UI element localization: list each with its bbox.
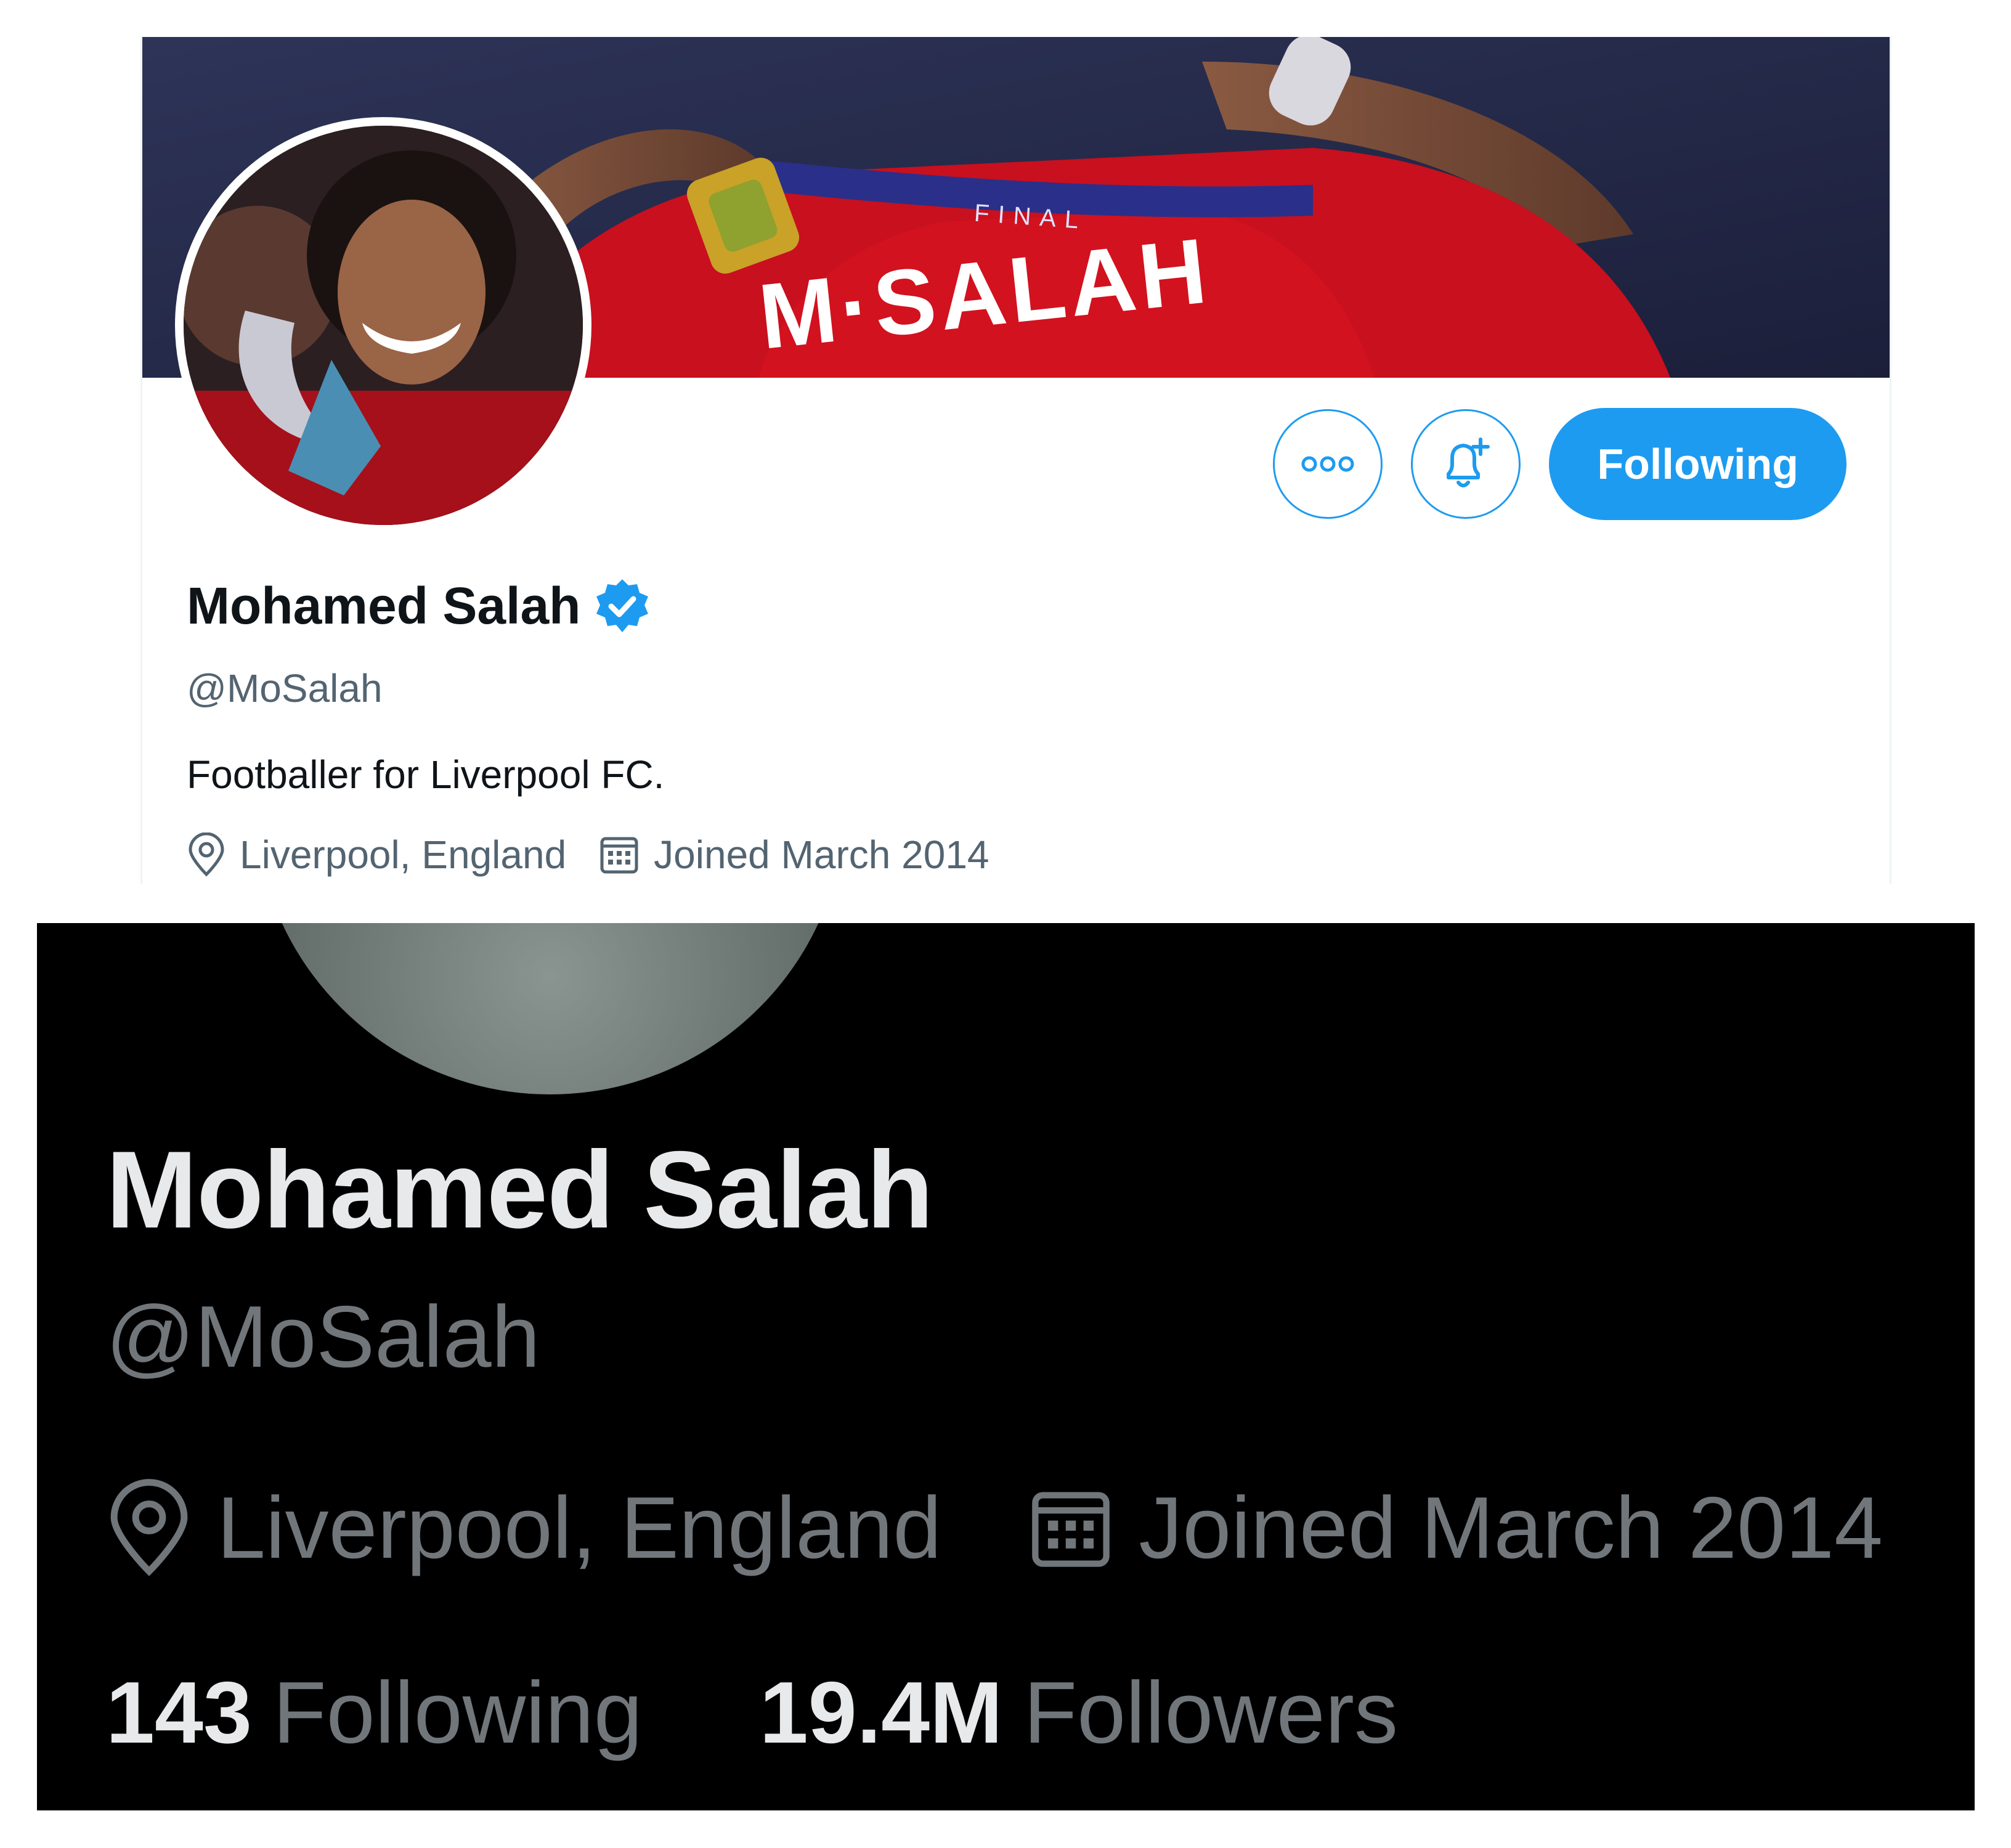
calendar-icon: [1032, 1492, 1110, 1567]
profile-name: Mohamed Salah: [187, 577, 581, 635]
light-profile-card: M·SALAH FINAL Following Mohamed Salah @M…: [140, 37, 1891, 884]
profile-meta: Liverpool, England Joined March 2014: [187, 832, 1022, 877]
profile-avatar[interactable]: [175, 117, 591, 534]
profile-actions: Following: [1273, 408, 1846, 520]
verified-badge-icon[interactable]: [593, 577, 652, 636]
more-dots-icon: [1301, 456, 1354, 472]
dark-profile-avatar[interactable]: [250, 923, 851, 1099]
dark-profile-joined-text: Joined March 2014: [1139, 1479, 1883, 1577]
profile-name-row: Mohamed Salah: [187, 576, 652, 636]
profile-location-text: Liverpool, England: [240, 832, 567, 877]
profile-joined: Joined March 2014: [598, 832, 989, 877]
avatar-image: [184, 126, 583, 525]
dark-profile-stats: 143 Following 19.4M Followers: [106, 1663, 1515, 1764]
profile-bio: Footballer for Liverpool FC.: [187, 752, 665, 797]
dark-profile-location-text: Liverpool, England: [217, 1479, 942, 1577]
more-button[interactable]: [1273, 409, 1383, 519]
following-count: 143: [106, 1664, 252, 1762]
dark-profile-joined: Joined March 2014: [1028, 1478, 1883, 1579]
dark-profile-card: Mohamed Salah @MoSalah Liverpool, Englan…: [37, 923, 1975, 1810]
profile-handle: @MoSalah: [187, 666, 383, 710]
dark-profile-name: Mohamed Salah: [106, 1128, 933, 1251]
profile-joined-text: Joined March 2014: [654, 832, 989, 877]
dark-profile-meta: Liverpool, England Joined March 2014: [106, 1478, 1969, 1579]
following-label: Following: [272, 1664, 643, 1762]
calendar-icon: [600, 837, 638, 874]
screenshot-root: M·SALAH FINAL Following Mohamed Salah @M…: [0, 0, 2011, 1848]
dark-profile-location: Liverpool, England: [106, 1478, 941, 1579]
followers-link[interactable]: 19.4M Followers: [760, 1663, 1398, 1764]
followers-label: Followers: [1023, 1664, 1399, 1762]
following-link[interactable]: 143 Following: [106, 1663, 643, 1764]
dark-profile-handle: @MoSalah: [106, 1288, 540, 1386]
location-pin-icon: [110, 1479, 188, 1576]
followers-count: 19.4M: [759, 1664, 1003, 1762]
notifications-button[interactable]: [1411, 409, 1521, 519]
profile-location: Liverpool, England: [187, 832, 566, 877]
location-pin-icon: [189, 832, 224, 877]
bell-plus-icon: [1447, 438, 1490, 487]
following-button[interactable]: Following: [1549, 408, 1846, 520]
